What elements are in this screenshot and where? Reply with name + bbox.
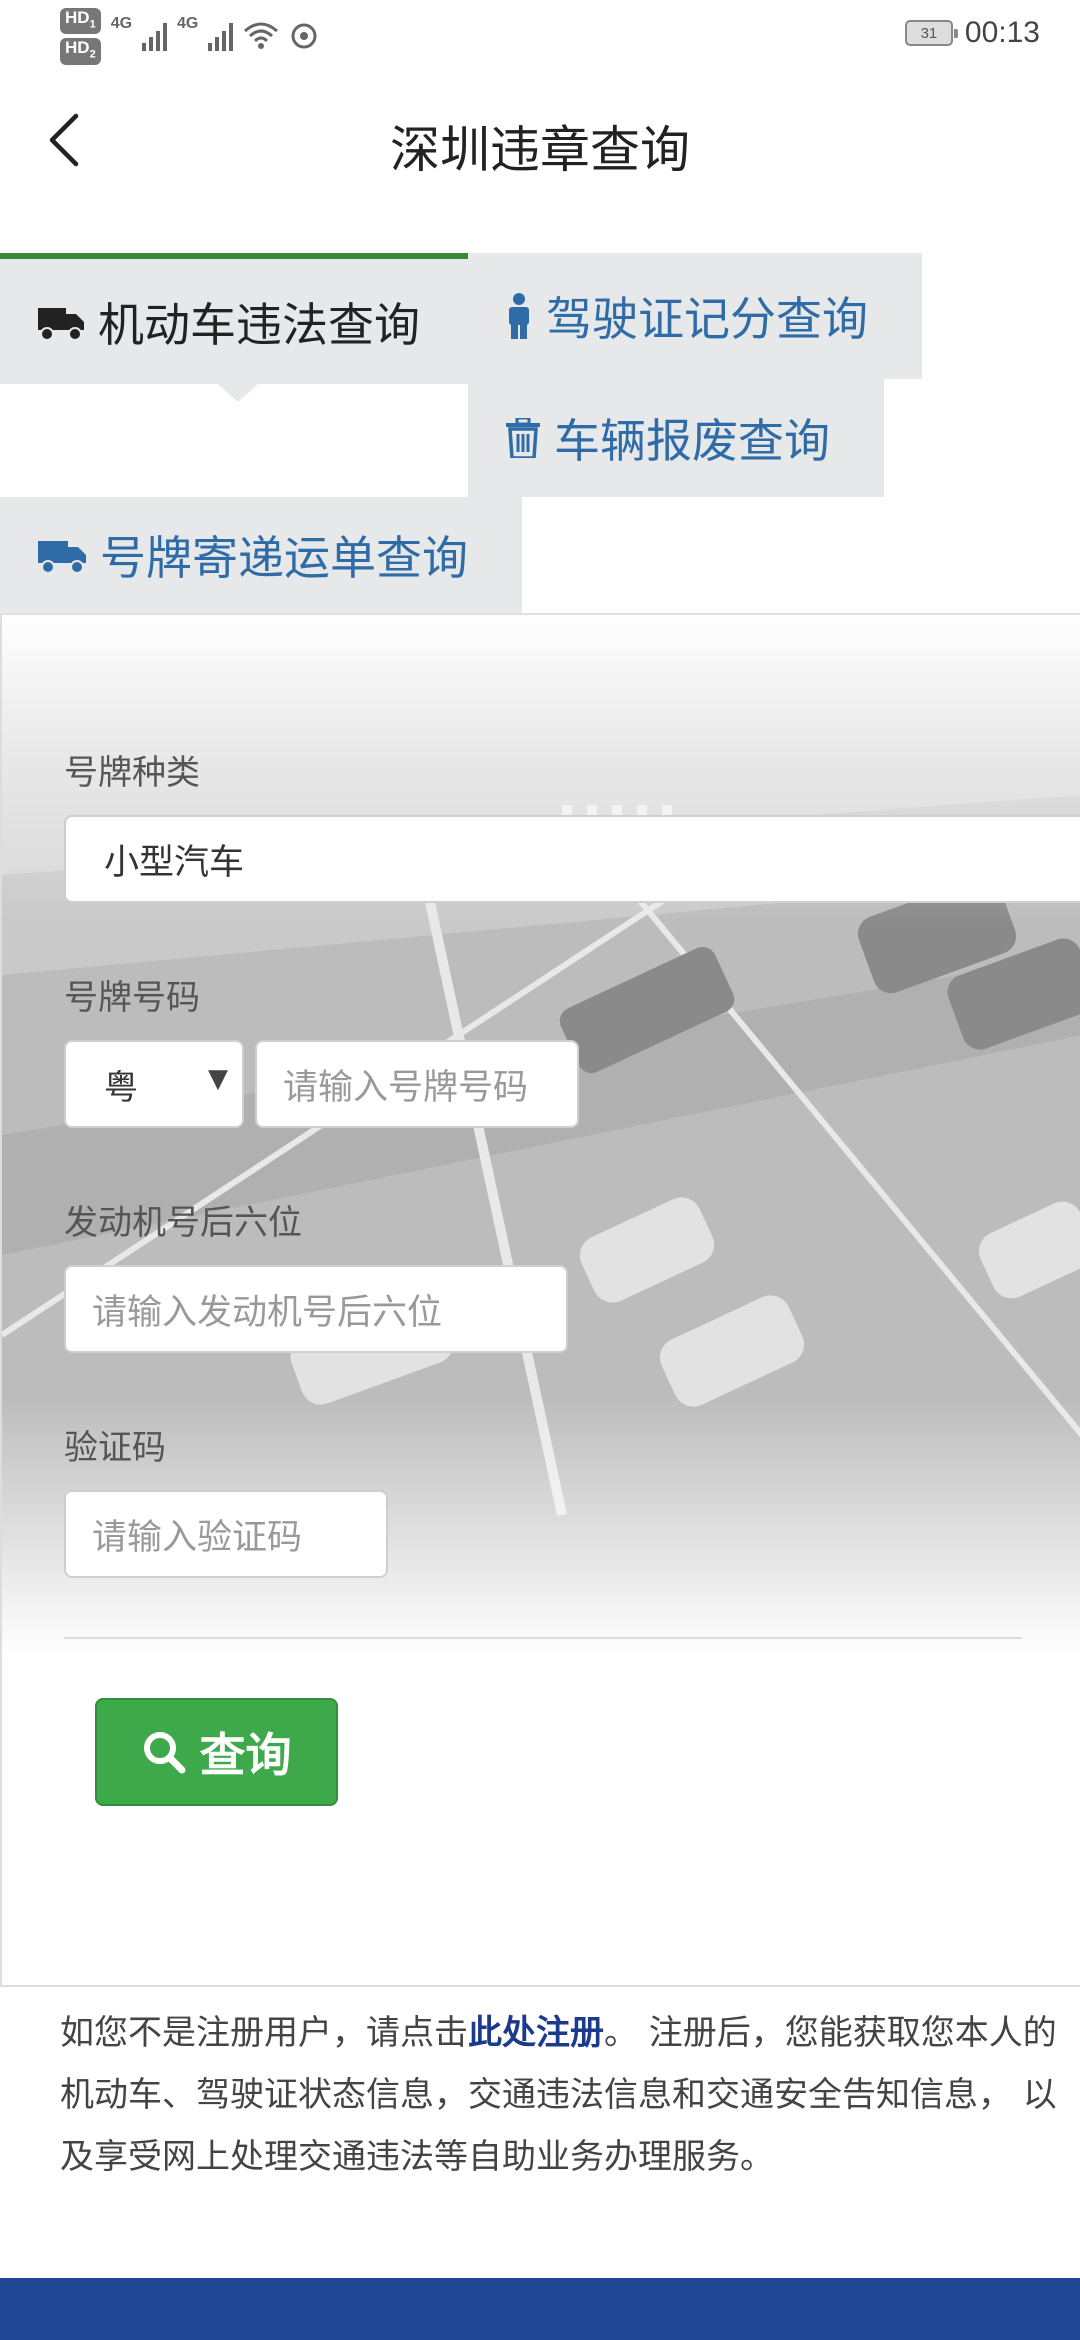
query-form-panel: 号牌种类 小型汽车 号牌号码 粤 ▼ 请输入号牌号码 发动机号后六位 请输入发动… bbox=[0, 615, 1080, 1987]
tab-scrap-label: 车辆报废查询 bbox=[554, 414, 830, 468]
status-right: 31 00:13 bbox=[904, 16, 1040, 50]
hd-indicators: HD1 HD2 bbox=[60, 8, 101, 65]
tab-plate-label: 号牌寄递运单查询 bbox=[100, 531, 468, 585]
tab-plate-delivery[interactable]: 号牌寄递运单查询 bbox=[0, 497, 522, 613]
clock: 00:13 bbox=[964, 16, 1040, 49]
status-bar: HD1 HD2 4G 4G 31 00:13 bbox=[0, 0, 1080, 80]
sync-icon bbox=[291, 23, 317, 49]
header: 深圳违章查询 bbox=[0, 80, 1080, 200]
status-left: HD1 HD2 4G 4G bbox=[60, 8, 319, 65]
footer-bar bbox=[0, 2278, 1080, 2340]
form-divider bbox=[64, 1637, 1022, 1639]
hd1-sub: 1 bbox=[89, 18, 96, 31]
engine-number-input[interactable]: 请输入发动机号后六位 bbox=[64, 1265, 568, 1353]
plate-type-label: 号牌种类 bbox=[64, 753, 200, 793]
captcha-label: 验证码 bbox=[64, 1428, 166, 1468]
delivery-truck-icon bbox=[38, 535, 86, 575]
captcha-input[interactable]: 请输入验证码 bbox=[64, 1490, 388, 1578]
trash-icon bbox=[506, 418, 540, 458]
register-link[interactable]: 此处注册 bbox=[468, 2013, 604, 2053]
signal-1-icon bbox=[142, 21, 168, 52]
person-icon bbox=[506, 293, 532, 339]
search-button[interactable]: 查询 bbox=[95, 1698, 338, 1806]
plate-number-label: 号牌号码 bbox=[64, 978, 200, 1018]
province-value: 粤 bbox=[104, 1067, 138, 1108]
hd1-badge: HD1 bbox=[60, 8, 101, 35]
tab-vehicle-label: 机动车违法查询 bbox=[98, 297, 420, 352]
engine-label: 发动机号后六位 bbox=[64, 1203, 302, 1243]
tab-vehicle-scrap[interactable]: 车辆报废查询 bbox=[468, 379, 884, 497]
tab-license-label: 驾驶证记分查询 bbox=[546, 292, 868, 346]
hd2-sub: 2 bbox=[89, 48, 96, 61]
wifi-icon bbox=[244, 22, 279, 50]
caret-down-icon: ▼ bbox=[208, 1064, 228, 1094]
hd2-text: HD bbox=[65, 38, 90, 58]
truck-icon bbox=[38, 302, 84, 342]
hd2-badge: HD2 bbox=[60, 38, 101, 65]
network-type-2: 4G bbox=[177, 15, 199, 33]
hd1-text: HD bbox=[65, 8, 90, 27]
plate-number-input[interactable]: 请输入号牌号码 bbox=[255, 1040, 579, 1128]
notice-before: 如您不是注册用户，请点击 bbox=[60, 2013, 468, 2053]
page-title: 深圳违章查询 bbox=[390, 121, 690, 179]
tab-license-points[interactable]: 驾驶证记分查询 bbox=[468, 253, 922, 379]
network-type-1: 4G bbox=[110, 15, 133, 33]
search-icon bbox=[143, 1732, 185, 1774]
search-button-label: 查询 bbox=[199, 1728, 292, 1782]
battery-icon: 31 bbox=[904, 20, 958, 46]
battery-level: 31 bbox=[920, 24, 938, 42]
plate-type-select[interactable]: 小型汽车 bbox=[64, 815, 1080, 903]
register-notice: 如您不是注册用户，请点击此处注册。 注册后，您能获取您本人的机动车、驾驶证状态信… bbox=[60, 2002, 1080, 2188]
signal-2-icon bbox=[208, 21, 234, 52]
province-select[interactable]: 粤 ▼ bbox=[64, 1040, 244, 1128]
tab-vehicle-violation[interactable]: 机动车违法查询 bbox=[0, 253, 468, 402]
